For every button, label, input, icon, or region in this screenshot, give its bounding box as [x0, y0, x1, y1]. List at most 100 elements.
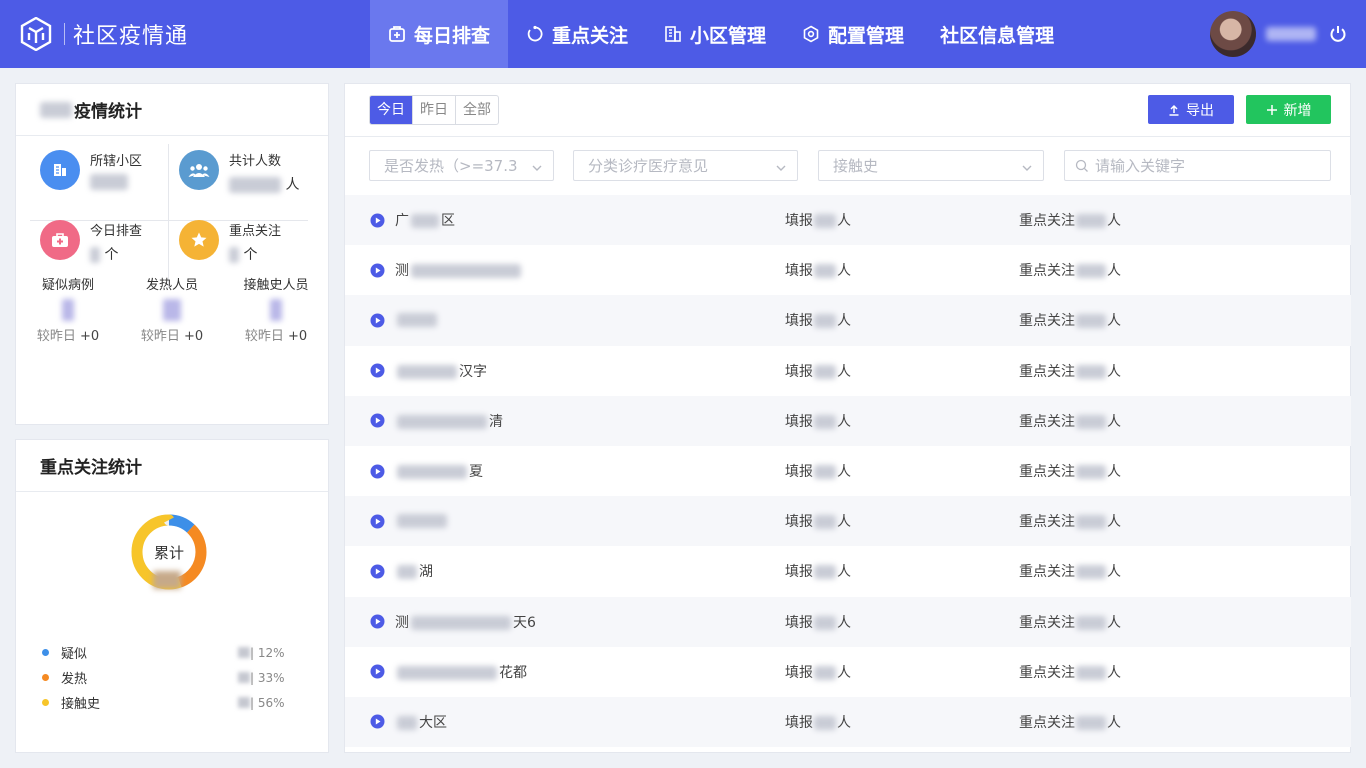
stat-label: 重点关注	[229, 224, 282, 239]
epidemic-stats-card: 疫情统计 所辖小区 共计人数 人 今日排查 个 重点关注 个 疑似病例 较昨日 …	[15, 83, 329, 425]
power-icon[interactable]	[1326, 22, 1350, 46]
stat-value	[90, 174, 128, 190]
legend-percent: | 12%	[250, 645, 285, 660]
contact-placeholder: 接触史	[833, 157, 879, 175]
play-circle-icon[interactable]	[369, 463, 385, 479]
redacted-total	[153, 571, 181, 589]
play-circle-icon[interactable]	[369, 363, 385, 379]
nav-config[interactable]: 配置管理	[784, 0, 922, 68]
app-logo[interactable]: 社区疫情通	[20, 17, 370, 51]
chevron-down-icon	[527, 160, 543, 178]
stat-focus: 重点关注 个	[169, 206, 309, 276]
contact-select[interactable]: 接触史	[818, 150, 1044, 181]
donut-center-label: 累计	[153, 544, 184, 562]
user-name[interactable]	[1266, 27, 1316, 41]
building-icon	[40, 150, 80, 190]
focus-count: 重点关注人	[1019, 664, 1121, 681]
community-name: 夏	[395, 461, 483, 481]
avatar[interactable]	[1210, 11, 1256, 57]
mini-fever: 发热人员 较昨日 +0	[127, 274, 217, 344]
stat-today-check: 今日排查 个	[30, 206, 170, 276]
search-input[interactable]: 请输入关键字	[1064, 150, 1331, 181]
table-row[interactable]: 广区 填报人 重点关注人	[345, 195, 1351, 246]
mini-suspected: 疑似病例 较昨日 +0	[23, 274, 113, 344]
table-row[interactable]: 填报人 重点关注人	[345, 295, 1351, 346]
nav-community-info[interactable]: 社区信息管理	[922, 0, 1072, 68]
nav-label: 重点关注	[552, 24, 629, 47]
stat-communities: 所辖小区	[30, 136, 170, 206]
table-row[interactable]: 清 填报人 重点关注人	[345, 395, 1351, 446]
play-circle-icon[interactable]	[369, 413, 385, 429]
app-title: 社区疫情通	[73, 24, 189, 49]
redacted-count	[238, 647, 250, 658]
fever-select[interactable]: 是否发热（>=37.3	[369, 150, 554, 181]
fever-placeholder: 是否发热（>=37.3	[384, 157, 518, 175]
focus-count: 重点关注人	[1019, 464, 1121, 481]
tab-yesterday[interactable]: 昨日	[412, 96, 455, 124]
focus-count: 重点关注人	[1019, 413, 1121, 430]
nav-community[interactable]: 小区管理	[646, 0, 784, 68]
nav-label: 配置管理	[828, 24, 905, 47]
daily-check-panel: 今日 昨日 全部 导出 新增 是否发热（>=37.3 分类诊疗医疗意见 接触史 …	[344, 83, 1351, 753]
focus-count: 重点关注人	[1019, 213, 1121, 230]
cube-logo-icon	[20, 17, 52, 51]
table-row[interactable]: 填报人 重点关注人	[345, 496, 1351, 547]
tab-all[interactable]: 全部	[455, 96, 498, 124]
medical-placeholder: 分类诊疗医疗意见	[588, 157, 709, 175]
play-circle-icon[interactable]	[369, 262, 385, 278]
reporter-count: 填报人	[785, 413, 851, 430]
search-placeholder: 请输入关键字	[1095, 157, 1186, 175]
focus-count: 重点关注人	[1019, 363, 1121, 380]
table-row[interactable]: 大区 填报人 重点关注人	[345, 696, 1351, 748]
community-name	[395, 312, 439, 328]
add-button[interactable]: 新增	[1246, 95, 1331, 124]
focus-count: 重点关注人	[1019, 263, 1121, 280]
building-icon	[664, 25, 682, 43]
search-icon	[1075, 159, 1089, 173]
table-row[interactable]: 测天6 填报人 重点关注人	[345, 596, 1351, 647]
export-button[interactable]: 导出	[1148, 95, 1234, 124]
top-navbar: 社区疫情通 每日排查 重点关注 小区管理 配置管理 社区信息管理	[0, 0, 1366, 68]
community-name: 大区	[395, 712, 447, 732]
table-row[interactable]: 汉字 填报人 重点关注人	[345, 346, 1351, 396]
mini-compare: 较昨日 +0	[36, 329, 100, 344]
stat-label: 今日排查	[90, 224, 143, 239]
stat-value: 个	[229, 244, 257, 264]
medical-select[interactable]: 分类诊疗医疗意见	[573, 150, 798, 181]
community-name: 测天6	[395, 614, 536, 631]
stat-label: 共计人数	[229, 154, 282, 169]
redacted-prefix	[40, 101, 72, 118]
nav-label: 小区管理	[690, 24, 767, 47]
mini-label: 接触史人员	[243, 278, 309, 293]
legend-percent: | 33%	[250, 670, 285, 685]
table-row[interactable]: 测 填报人 重点关注人	[345, 245, 1351, 295]
play-circle-icon[interactable]	[369, 614, 385, 630]
table-row[interactable]: 夏 填报人 重点关注人	[345, 446, 1351, 496]
reporter-count: 填报人	[785, 514, 851, 531]
tab-today[interactable]: 今日	[370, 96, 412, 124]
table-row[interactable]: 花都 填报人 重点关注人	[345, 647, 1351, 697]
nav-focus[interactable]: 重点关注	[508, 0, 646, 68]
divider	[345, 136, 1350, 137]
redacted-count	[238, 697, 250, 708]
group-icon	[179, 150, 219, 190]
reporter-count: 填报人	[785, 213, 851, 230]
mini-label: 发热人员	[145, 278, 198, 293]
nav-daily-check[interactable]: 每日排查	[370, 0, 509, 68]
play-circle-icon[interactable]	[369, 714, 385, 730]
stat-grid: 所辖小区 共计人数 人 今日排查 个 重点关注 个	[16, 136, 328, 296]
legend-label: 发热	[61, 672, 88, 687]
play-circle-icon[interactable]	[369, 212, 385, 228]
play-circle-icon[interactable]	[369, 312, 385, 328]
star-icon	[179, 220, 219, 260]
redacted-value	[163, 299, 181, 321]
community-name: 测	[395, 260, 523, 280]
chevron-down-icon	[775, 160, 787, 178]
focus-count: 重点关注人	[1019, 614, 1121, 631]
play-circle-icon[interactable]	[369, 513, 385, 529]
legend-label: 疑似	[61, 647, 88, 662]
focus-count: 重点关注人	[1019, 714, 1121, 731]
play-circle-icon[interactable]	[369, 664, 385, 680]
table-row[interactable]: 湖 填报人 重点关注人	[345, 546, 1351, 596]
play-circle-icon[interactable]	[369, 563, 385, 579]
